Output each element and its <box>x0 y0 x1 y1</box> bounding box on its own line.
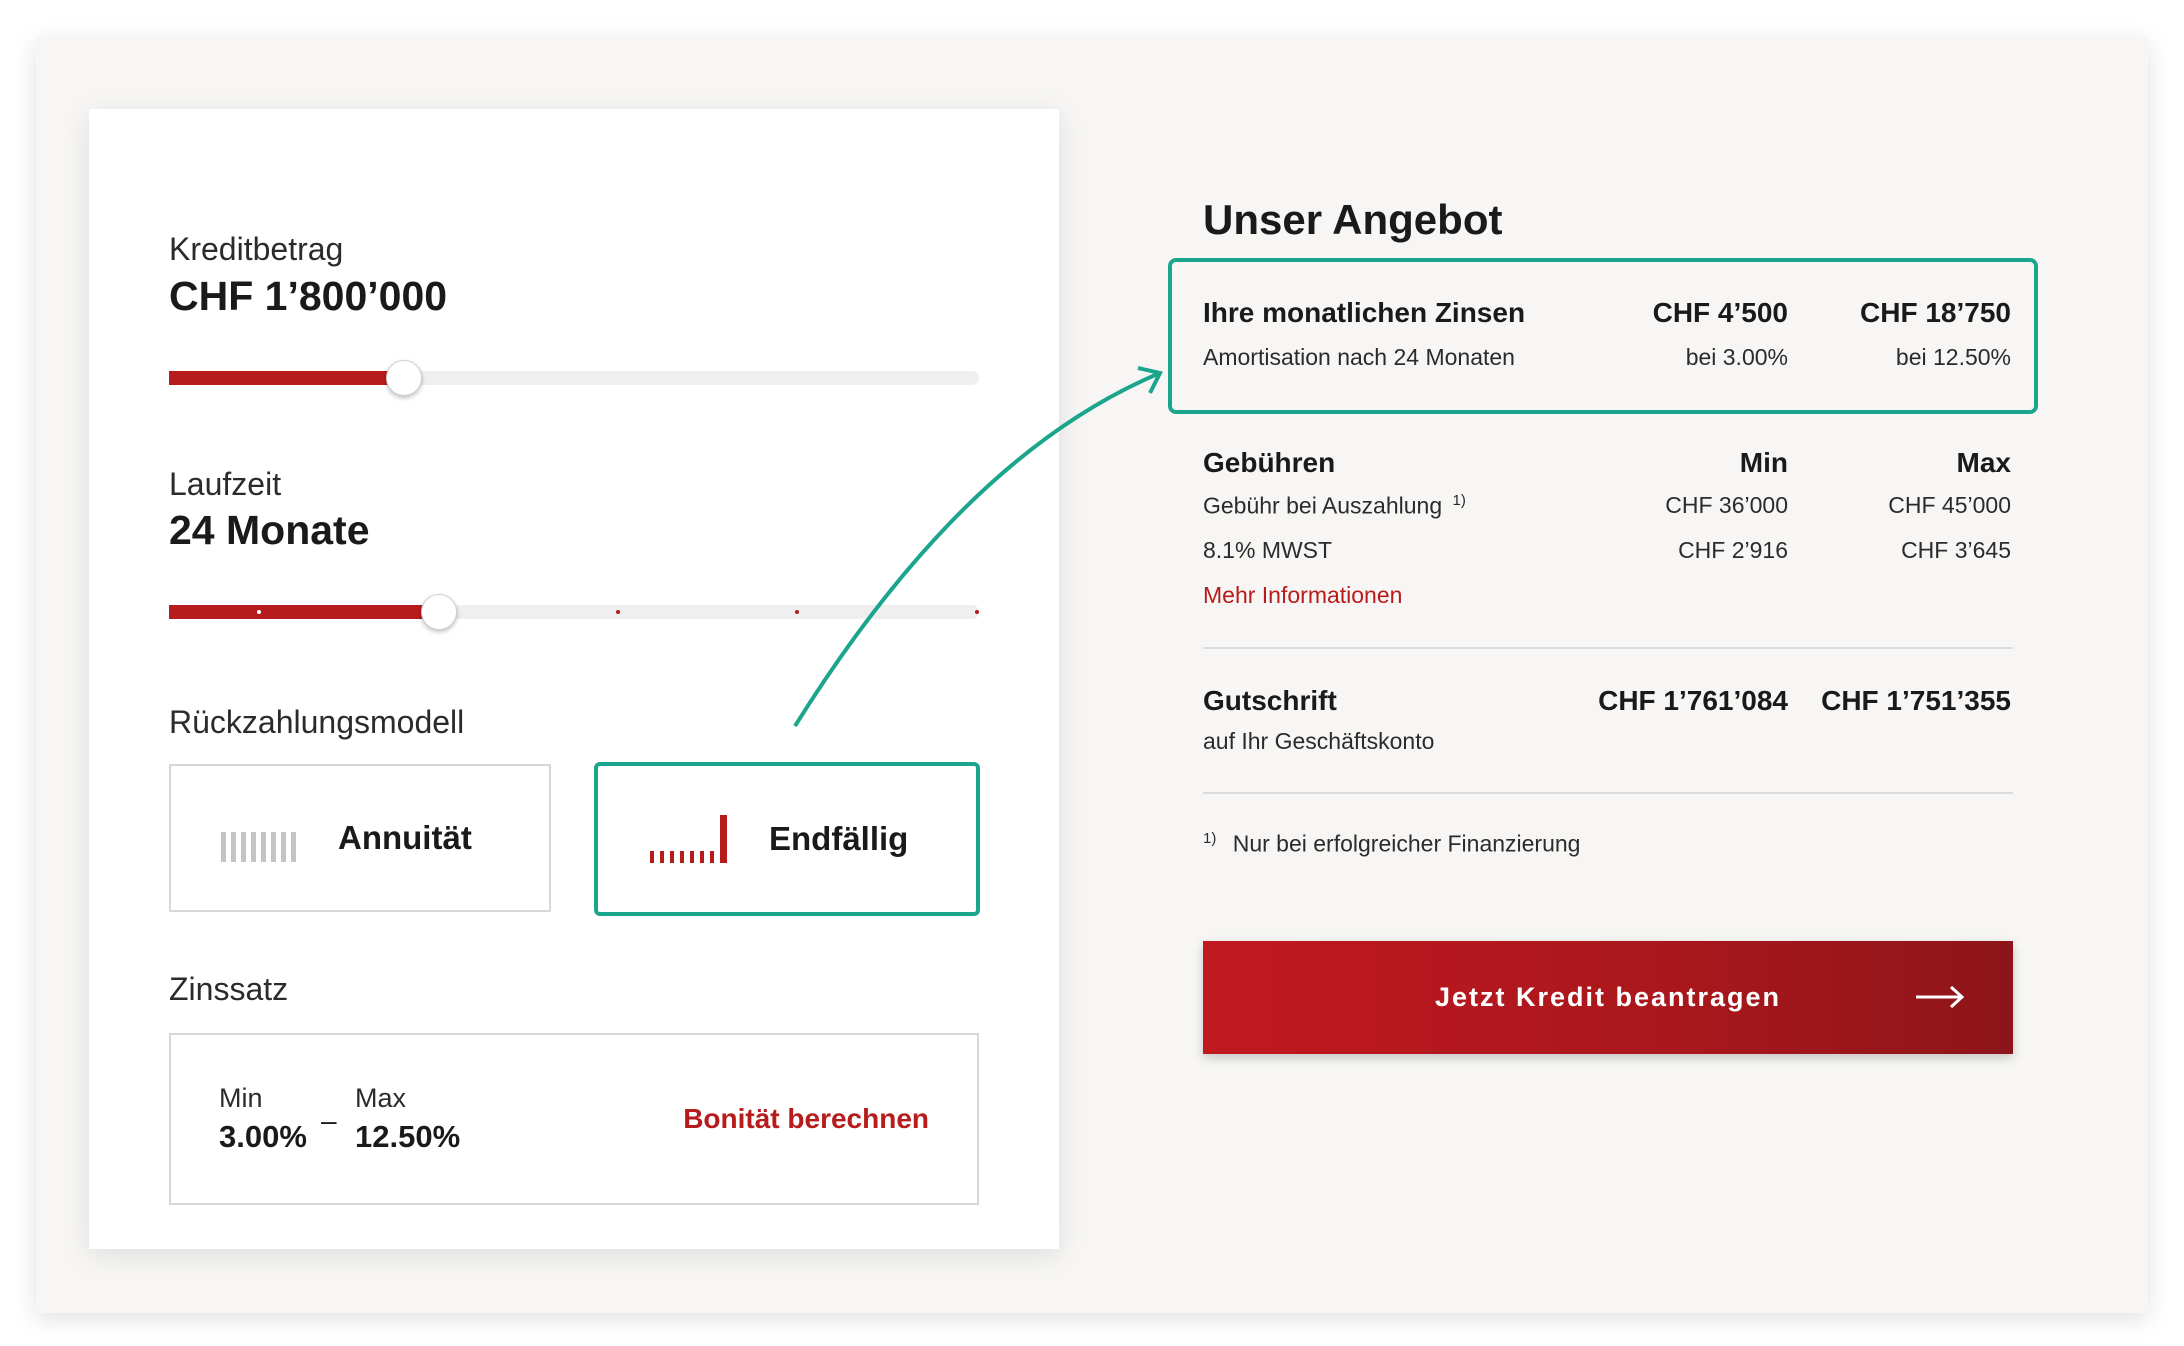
rate-max-label: Max <box>355 1083 407 1113</box>
term-slider-fill <box>169 605 439 619</box>
interest-min-amount: CHF 4’500 <box>1652 297 1788 328</box>
term-slider-tick <box>257 610 261 614</box>
term-slider-tick <box>616 610 620 614</box>
rate-label: Zinssatz <box>169 971 289 1007</box>
footnote-text: Nur bei erfolgreicher Finanzierung <box>1232 830 1581 857</box>
divider <box>1203 792 2013 794</box>
term-slider[interactable] <box>169 594 979 630</box>
amount-slider-thumb[interactable] <box>386 360 422 396</box>
annuity-bars-icon <box>221 814 296 862</box>
bullet-bars-icon <box>650 815 727 863</box>
repayment-option-label: Endfällig <box>769 820 909 857</box>
interest-min-rate: bei 3.00% <box>1685 344 1788 370</box>
fee-payout-label: Gebühr bei Auszahlung <box>1203 492 1443 519</box>
term-slider-tick <box>975 610 979 614</box>
rate-max-value: 12.50% <box>355 1119 461 1154</box>
amount-value: CHF 1’800’000 <box>169 273 448 319</box>
interest-subtitle: Amortisation nach 24 Monaten <box>1203 344 1515 370</box>
page-background: Kreditbetrag CHF 1’800’000 Laufzeit 24 M… <box>36 36 2148 1313</box>
fee-payout-min: CHF 36’000 <box>1665 492 1788 518</box>
repayment-label: Rückzahlungsmodell <box>169 704 465 740</box>
footnote-marker: 1) <box>1203 830 1217 847</box>
fees-col-max: Max <box>1956 447 2011 478</box>
arrow-right-icon <box>1916 985 1965 1009</box>
more-info-link[interactable]: Mehr Informationen <box>1203 582 1402 609</box>
credit-rating-link[interactable]: Bonität berechnen <box>683 1103 929 1135</box>
fee-vat-min: CHF 2’916 <box>1678 537 1788 563</box>
offer-title: Unser Angebot <box>1203 196 1503 243</box>
repayment-option-bullet[interactable]: Endfällig <box>594 762 980 916</box>
term-label: Laufzeit <box>169 466 282 502</box>
apply-credit-button[interactable]: Jetzt Kredit beantragen <box>1203 941 2013 1054</box>
apply-credit-label: Jetzt Kredit beantragen <box>1434 982 1782 1012</box>
interest-highlight-box <box>1168 258 2038 414</box>
credit-title: Gutschrift <box>1203 685 1337 716</box>
credit-subtitle: auf Ihr Geschäftskonto <box>1203 728 1435 754</box>
amount-slider-fill <box>169 371 404 385</box>
credit-min: CHF 1’761’084 <box>1598 685 1788 716</box>
interest-title: Ihre monatlichen Zinsen <box>1203 297 1526 328</box>
footnote: 1) Nur bei erfolgreicher Finanzierung <box>1203 830 1580 858</box>
fees-title: Gebühren <box>1203 447 1336 478</box>
loan-calculator-card: Kreditbetrag CHF 1’800’000 Laufzeit 24 M… <box>89 109 1059 1249</box>
term-value: 24 Monate <box>169 507 370 553</box>
rate-box: Min 3.00% – Max 12.50% Bonität berechnen <box>169 1033 979 1205</box>
fee-payout-row-label: Gebühr bei Auszahlung 1) <box>1203 492 1466 520</box>
fee-vat-label: 8.1% MWST <box>1203 537 1333 563</box>
term-slider-thumb[interactable] <box>421 594 457 630</box>
amount-label: Kreditbetrag <box>169 231 344 267</box>
fee-vat-max: CHF 3’645 <box>1901 537 2011 563</box>
credit-max: CHF 1’751’355 <box>1821 685 2011 716</box>
fee-payout-footnote: 1) <box>1452 492 1466 509</box>
repayment-option-annuity[interactable]: Annuität <box>169 764 551 912</box>
rate-separator: – <box>321 1105 337 1136</box>
repayment-option-label: Annuität <box>338 819 472 856</box>
fee-payout-max: CHF 45’000 <box>1888 492 2011 518</box>
term-slider-tick <box>795 610 799 614</box>
divider <box>1203 647 2013 649</box>
amount-slider[interactable] <box>169 360 979 396</box>
rate-min-label: Min <box>219 1083 263 1113</box>
interest-max-rate: bei 12.50% <box>1895 344 2011 370</box>
fees-col-min: Min <box>1739 447 1788 478</box>
rate-min-value: 3.00% <box>219 1119 307 1154</box>
interest-max-amount: CHF 18’750 <box>1860 297 2011 328</box>
